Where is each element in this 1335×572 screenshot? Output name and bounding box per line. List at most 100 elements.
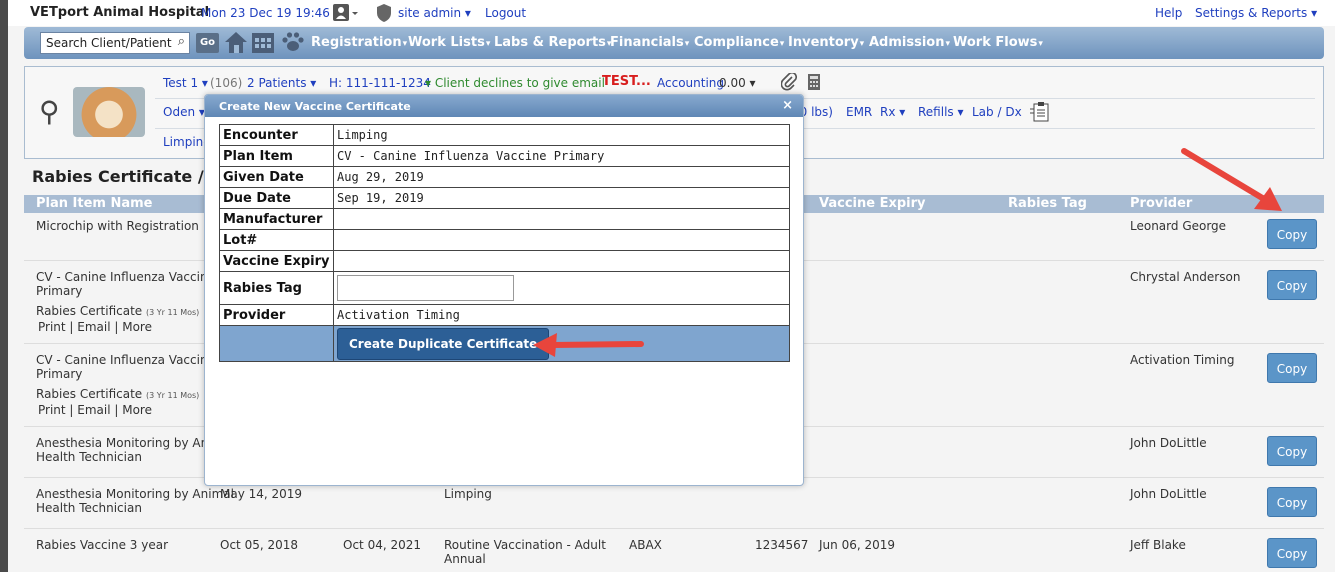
certificate-duration: (3 Yr 11 Mos) (146, 391, 200, 400)
patients-label: 2 Patients (247, 76, 307, 90)
plan-item-name: Anesthesia Monitoring by Animal (36, 487, 234, 501)
header-plan-item: Plan Item Name (36, 196, 153, 211)
certificate-name: Rabies Certificate (3 Yr 11 Mos) (36, 387, 199, 403)
paperclip-icon[interactable] (780, 71, 798, 94)
plan-item-name: CV - Canine Influenza Vaccine (36, 353, 215, 367)
menu-registration[interactable]: Registration (311, 35, 407, 50)
copy-button[interactable]: Copy (1267, 436, 1317, 466)
calculator-icon[interactable] (807, 73, 821, 94)
left-edge-bar (0, 0, 8, 572)
copy-button[interactable]: Copy (1267, 353, 1317, 383)
clipboard-icon[interactable] (1029, 102, 1051, 125)
settings-reports-menu[interactable]: Settings & Reports ▾ (1195, 6, 1317, 20)
form-button-row: Create Duplicate Certificate (219, 325, 790, 362)
menu-compliance[interactable]: Compliance (694, 35, 784, 50)
due-date-value: Sep 19, 2019 (333, 187, 790, 209)
given-date: Oct 05, 2018 (220, 538, 298, 552)
patient-name-menu[interactable]: Oden ▾ (163, 105, 205, 119)
header-rabies-tag: Rabies Tag (1008, 196, 1087, 211)
client-menu[interactable]: Test 1 ▾ (163, 76, 208, 90)
main-menu-bar: Search Client/Patient ⌕ Go Registration … (24, 27, 1324, 59)
header-vaccine-expiry: Vaccine Expiry (819, 196, 926, 211)
certificate-actions[interactable]: Print | Email | More (38, 320, 152, 334)
copy-button[interactable]: Copy (1267, 538, 1317, 568)
email-note-text: Client declines to give email (434, 76, 605, 90)
plan-item-name: Anesthesia Monitoring by Anim (36, 436, 224, 450)
rabies-tag-cell (333, 271, 790, 305)
table-row: Rabies Vaccine 3 year Oct 05, 2018 Oct 0… (24, 529, 1324, 572)
encounter-name-line2: Annual (444, 552, 486, 566)
female-spayed-icon: ⚲ (39, 95, 60, 128)
menu-work-flows[interactable]: Work Flows (953, 35, 1043, 50)
form-row-vaccine-expiry: Vaccine Expiry (219, 250, 790, 272)
datetime: Mon 23 Dec 19 19:46 (201, 6, 330, 20)
close-icon[interactable]: × (782, 98, 793, 113)
plan-item-name-line2: Primary (36, 284, 83, 298)
plan-item-name: Microchip with Registration (36, 219, 199, 233)
top-bar: VETport Animal Hospital Mon 23 Dec 19 19… (8, 0, 1335, 26)
provider-name: Leonard George (1130, 219, 1227, 233)
encounter-name: Routine Vaccination - Adult (444, 538, 606, 552)
calendar-icon[interactable] (250, 29, 276, 55)
provider-value: Activation Timing (333, 304, 790, 326)
copy-button[interactable]: Copy (1267, 487, 1317, 517)
clinic-name: VETport Animal Hospital (30, 5, 210, 20)
help-link[interactable]: Help (1155, 6, 1182, 20)
field-label: Vaccine Expiry (219, 250, 334, 272)
form-row-encounter: Encounter Limping (219, 124, 790, 146)
refills-menu[interactable]: Refills ▾ (918, 105, 964, 119)
menu-work-lists[interactable]: Work Lists (408, 35, 490, 50)
plan-item-name: Rabies Vaccine 3 year (36, 538, 169, 552)
settings-reports-label: Settings & Reports (1195, 6, 1308, 20)
search-icon[interactable]: ⌕ (178, 34, 185, 49)
client-alert[interactable]: TEST... (602, 74, 651, 89)
certificate-actions[interactable]: Print | Email | More (38, 403, 152, 417)
menu-inventory[interactable]: Inventory (788, 35, 864, 50)
site-admin-label: site admin (398, 6, 462, 20)
menu-labs-reports[interactable]: Labs & Reports (494, 35, 611, 50)
provider-name: Chrystal Anderson (1130, 270, 1241, 284)
due-date: Oct 04, 2021 (343, 538, 421, 552)
create-duplicate-certificate-button[interactable]: Create Duplicate Certificate (337, 327, 550, 360)
client-count: (106) (210, 76, 243, 90)
lot-value (333, 229, 790, 251)
account-balance[interactable]: 0.00 ▾ (719, 76, 756, 90)
form-row-plan-item: Plan Item CV - Canine Influenza Vaccine P… (219, 145, 790, 167)
refills-label: Refills (918, 105, 954, 119)
page: VETport Animal Hospital Mon 23 Dec 19 19… (8, 0, 1335, 572)
accounting-link[interactable]: Accounting (657, 76, 724, 90)
annotation-arrow-dialog (533, 333, 644, 357)
go-button[interactable]: Go (196, 33, 219, 53)
menu-financials[interactable]: Financials (610, 35, 689, 50)
plan-item-name: CV - Canine Influenza Vaccine (36, 270, 215, 284)
certificate-label: Rabies Certificate (36, 304, 143, 318)
plan-item-name-line2: Health Technician (36, 450, 142, 464)
provider-name: John DoLittle (1130, 487, 1207, 501)
rx-menu[interactable]: Rx ▾ (880, 105, 905, 119)
site-admin-menu[interactable]: site admin ▾ (398, 6, 471, 20)
patients-menu[interactable]: 2 Patients ▾ (247, 76, 316, 90)
copy-button[interactable]: Copy (1267, 219, 1317, 249)
rabies-tag-input[interactable] (337, 275, 514, 301)
home-icon[interactable] (223, 29, 249, 55)
user-icon[interactable] (333, 3, 359, 26)
form-row-manufacturer: Manufacturer (219, 208, 790, 230)
field-label: Rabies Tag (219, 271, 334, 305)
field-label: Lot# (219, 229, 334, 251)
phone-number[interactable]: H: 111-111-1234 (329, 76, 431, 90)
encounter-value: Limping (333, 124, 790, 146)
logout-link[interactable]: Logout (485, 6, 526, 20)
menu-admission[interactable]: Admission (869, 35, 950, 50)
certificate-name: Rabies Certificate (3 Yr 11 Mos) (36, 304, 199, 320)
plan-item-name-line2: Health Technician (36, 501, 142, 515)
copy-button[interactable]: Copy (1267, 270, 1317, 300)
form-row-given-date: Given Date Aug 29, 2019 (219, 166, 790, 188)
manufacturer: ABAX (629, 538, 662, 552)
field-label: Due Date (219, 187, 334, 209)
search-input[interactable]: Search Client/Patient ⌕ (40, 32, 190, 54)
manufacturer-value (333, 208, 790, 230)
paw-icon[interactable] (280, 29, 306, 55)
lab-dx-link[interactable]: Lab / Dx (972, 105, 1022, 119)
field-label: Encounter (219, 124, 334, 146)
emr-link[interactable]: EMR (846, 105, 872, 119)
